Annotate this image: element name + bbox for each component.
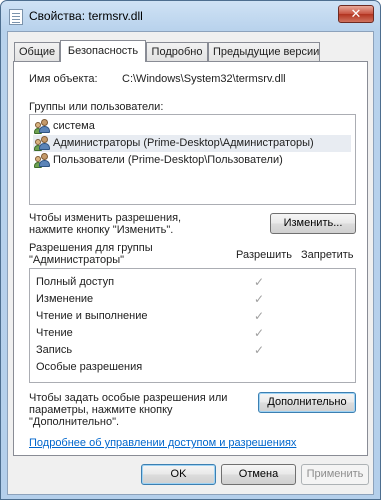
permission-name: Особые разрешения (36, 361, 143, 373)
advanced-hint-line2: параметры, нажмите кнопку (29, 404, 173, 416)
users-icon (34, 136, 51, 151)
list-item-label: система (53, 120, 95, 132)
cancel-button[interactable]: Отмена (221, 464, 296, 485)
object-name-value: C:\Windows\System32\termsrv.dll (122, 73, 286, 85)
edit-button[interactable]: Изменить... (270, 213, 356, 234)
file-icon (9, 9, 23, 25)
permission-name: Запись (36, 344, 73, 356)
allow-check-icon: ✓ (254, 309, 265, 323)
groups-label: Группы или пользователи: (29, 101, 164, 113)
advanced-button[interactable]: Дополнительно (258, 392, 356, 413)
permissions-list[interactable]: Полный доступ ✓ Изменение ✓ Чтение и вып… (29, 268, 356, 383)
tab-previous-versions[interactable]: Предыдущие версии (208, 42, 320, 61)
ok-button[interactable]: OK (141, 464, 216, 485)
tab-security[interactable]: Безопасность (60, 40, 146, 62)
list-item-system[interactable]: система (33, 118, 351, 135)
change-hint-line2: нажмите кнопку "Изменить". (29, 224, 174, 236)
advanced-hint-line3: "Дополнительно". (29, 416, 120, 428)
permission-row: Изменение ✓ (33, 291, 351, 308)
permissions-title-line1: Разрешения для группы (29, 242, 153, 254)
allow-check-icon: ✓ (254, 343, 265, 357)
object-name-label: Имя объекта: (29, 73, 98, 85)
list-item-users[interactable]: Пользователи (Prime-Desktop\Пользователи… (33, 152, 351, 169)
permission-name: Чтение (36, 327, 73, 339)
security-tab-panel: Имя объекта: C:\Windows\System32\termsrv… (13, 61, 368, 456)
tab-details[interactable]: Подробно (146, 42, 208, 61)
permission-row: Запись ✓ (33, 342, 351, 359)
list-item-label: Администраторы (Prime-Desktop\Администра… (53, 137, 314, 149)
dialog-client-area: Общие Безопасность Подробно Предыдущие в… (7, 31, 374, 495)
list-item-label: Пользователи (Prime-Desktop\Пользователи… (53, 154, 283, 166)
deny-column-header: Запретить (301, 249, 354, 261)
groups-list[interactable]: система Администраторы (Prime-Desktop\Ад… (29, 114, 356, 205)
users-icon (34, 153, 51, 168)
permission-row: Чтение и выполнение ✓ (33, 308, 351, 325)
title-bar[interactable]: Свойства: termsrv.dll ✕ (1, 1, 380, 31)
tab-strip: Общие Безопасность Подробно Предыдущие в… (14, 40, 374, 62)
allow-check-icon: ✓ (254, 326, 265, 340)
users-icon (34, 119, 51, 134)
help-link[interactable]: Подробнее об управлении доступом и разре… (29, 437, 296, 449)
properties-window: Свойства: termsrv.dll ✕ Общие Безопаснос… (0, 0, 381, 500)
permission-name: Чтение и выполнение (36, 310, 148, 322)
list-item-administrators[interactable]: Администраторы (Prime-Desktop\Администра… (33, 135, 351, 152)
permission-name: Изменение (36, 293, 94, 305)
change-hint-line1: Чтобы изменить разрешения, (29, 212, 182, 224)
advanced-hint-line1: Чтобы задать особые разрешения или (29, 392, 228, 404)
apply-button[interactable]: Применить (301, 464, 369, 485)
permission-row: Особые разрешения (33, 359, 351, 376)
window-title: Свойства: termsrv.dll (29, 9, 143, 23)
permission-row: Полный доступ ✓ (33, 274, 351, 291)
permissions-title-line2: "Администраторы" (29, 254, 125, 266)
close-button[interactable]: ✕ (338, 5, 374, 23)
permission-name: Полный доступ (36, 276, 115, 288)
allow-column-header: Разрешить (236, 249, 292, 261)
allow-check-icon: ✓ (254, 292, 265, 306)
permission-row: Чтение ✓ (33, 325, 351, 342)
allow-check-icon: ✓ (254, 275, 265, 289)
tab-general[interactable]: Общие (14, 42, 60, 61)
